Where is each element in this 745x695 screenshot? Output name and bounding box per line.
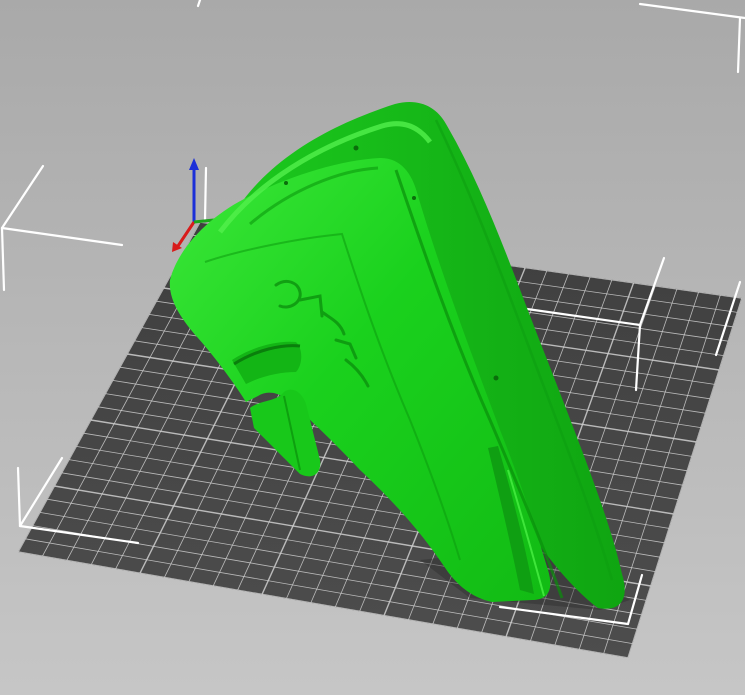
3d-viewport[interactable] [0, 0, 745, 695]
scene-canvas[interactable] [0, 0, 745, 695]
